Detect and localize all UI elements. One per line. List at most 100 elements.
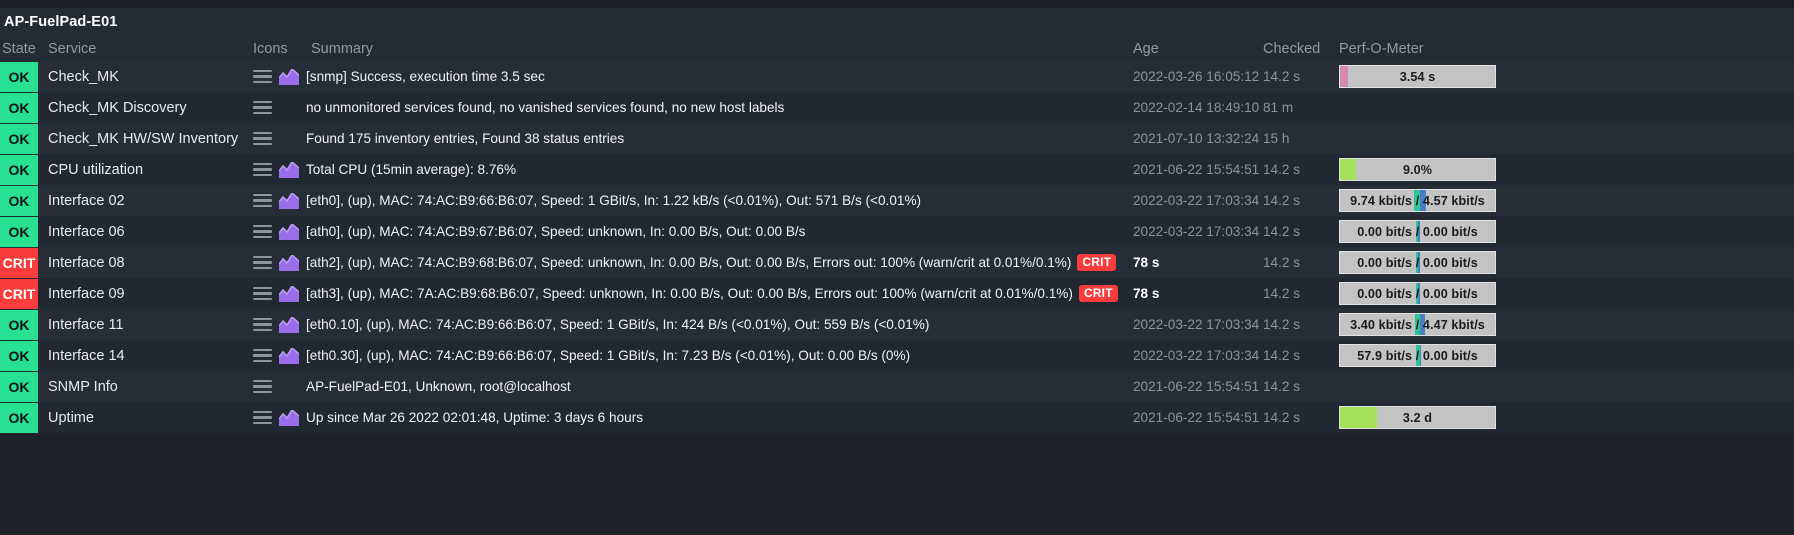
perfometer-cell: 9.74 kbit/s / 4.57 kbit/s	[1331, 185, 1794, 216]
table-row[interactable]: OK Check_MK [snmp] Success, execution time…	[0, 61, 1794, 92]
column-header-perfometer[interactable]: Perf-O-Meter	[1331, 36, 1794, 61]
state-cell: CRIT	[0, 247, 40, 278]
status-badge[interactable]: OK	[0, 92, 38, 123]
perfometer-bar[interactable]: 0.00 bit/s / 0.00 bit/s	[1339, 282, 1496, 305]
hamburger-menu-icon[interactable]	[253, 410, 272, 425]
summary-text: Total CPU (15min average): 8.76%	[306, 162, 517, 177]
perfometer-cell: 0.00 bit/s / 0.00 bit/s	[1331, 247, 1794, 278]
service-table: State Service Icons Summary Age Checked …	[0, 36, 1794, 433]
table-row[interactable]: OK Interface 14 [eth0.30], (up), MAC: 74:A…	[0, 340, 1794, 371]
service-name-link[interactable]: SNMP Info	[40, 371, 245, 402]
service-status-panel: AP-FuelPad-E01 State Service Icons Summa…	[0, 8, 1794, 433]
service-name-link[interactable]: Uptime	[40, 402, 245, 433]
table-row[interactable]: OK Check_MK Discovery no unmonitored servi…	[0, 92, 1794, 123]
hamburger-menu-icon[interactable]	[253, 100, 272, 115]
checked-cell: 81 m	[1259, 92, 1331, 123]
perfometer-bar[interactable]: 0.00 bit/s / 0.00 bit/s	[1339, 220, 1496, 243]
hamburger-menu-icon[interactable]	[253, 69, 272, 84]
hamburger-menu-icon[interactable]	[253, 162, 272, 177]
service-name-link[interactable]: Interface 14	[40, 340, 245, 371]
service-name-link[interactable]: Check_MK	[40, 61, 245, 92]
table-row[interactable]: OK CPU utilization Total CPU (15min averag…	[0, 154, 1794, 185]
service-name-link[interactable]: CPU utilization	[40, 154, 245, 185]
service-name-link[interactable]: Interface 06	[40, 216, 245, 247]
status-badge[interactable]: CRIT	[0, 247, 38, 278]
table-row[interactable]: OK Interface 11 [eth0.10], (up), MAC: 74:A…	[0, 309, 1794, 340]
service-name-link[interactable]: Check_MK Discovery	[40, 92, 245, 123]
column-header-checked[interactable]: Checked	[1259, 36, 1331, 61]
column-header-age[interactable]: Age	[1125, 36, 1259, 61]
hamburger-menu-icon[interactable]	[253, 379, 272, 394]
perfometer-cell: 0.00 bit/s / 0.00 bit/s	[1331, 278, 1794, 309]
hamburger-menu-icon[interactable]	[253, 348, 272, 363]
table-row[interactable]: OK Interface 06 [ath0], (up), MAC: 74:AC:B…	[0, 216, 1794, 247]
checked-cell: 14.2 s	[1259, 216, 1331, 247]
table-row[interactable]: CRIT Interface 09 [ath3], (up), MAC: 7A:AC…	[0, 278, 1794, 309]
summary-cell: Up since Mar 26 2022 02:01:48, Uptime: 3…	[303, 402, 1125, 433]
hamburger-menu-icon[interactable]	[253, 131, 272, 146]
perfometer-label: 3.54 s	[1399, 69, 1436, 84]
service-name-link[interactable]: Interface 02	[40, 185, 245, 216]
service-name-link[interactable]: Interface 11	[40, 309, 245, 340]
column-header-state[interactable]: State	[0, 36, 40, 61]
hamburger-menu-icon[interactable]	[253, 317, 272, 332]
hamburger-menu-icon[interactable]	[253, 255, 272, 270]
checked-cell: 15 h	[1259, 123, 1331, 154]
age-cell: 2022-03-22 17:03:34	[1125, 340, 1259, 371]
perfometer-empty	[1339, 96, 1496, 119]
state-cell: OK	[0, 154, 40, 185]
perfometer-bar[interactable]: 3.2 d	[1339, 406, 1496, 429]
column-header-icons[interactable]: Icons	[245, 36, 303, 61]
icons-cell	[245, 185, 303, 216]
hamburger-menu-icon[interactable]	[253, 286, 272, 301]
graph-icon[interactable]	[279, 285, 299, 302]
perfometer-bar[interactable]: 57.9 bit/s / 0.00 bit/s	[1339, 344, 1496, 367]
service-name-link[interactable]: Check_MK HW/SW Inventory	[40, 123, 245, 154]
graph-icon[interactable]	[279, 347, 299, 364]
table-row[interactable]: OK Check_MK HW/SW Inventory Found 175 inve…	[0, 123, 1794, 154]
perfometer-label: 0.00 bit/s / 0.00 bit/s	[1357, 224, 1478, 239]
age-cell: 2022-03-22 17:03:34	[1125, 309, 1259, 340]
graph-icon[interactable]	[279, 68, 299, 85]
status-badge[interactable]: OK	[0, 371, 38, 402]
age-cell: 2022-02-14 18:49:10	[1125, 92, 1259, 123]
status-badge[interactable]: OK	[0, 340, 38, 371]
perfometer-cell: 57.9 bit/s / 0.00 bit/s	[1331, 340, 1794, 371]
status-badge[interactable]: OK	[0, 154, 38, 185]
status-badge[interactable]: OK	[0, 185, 38, 216]
graph-icon[interactable]	[279, 161, 299, 178]
status-badge[interactable]: OK	[0, 402, 38, 433]
checked-cell: 14.2 s	[1259, 185, 1331, 216]
perfometer-bar[interactable]: 3.54 s	[1339, 65, 1496, 88]
hamburger-menu-icon[interactable]	[253, 224, 272, 239]
graph-icon[interactable]	[279, 223, 299, 240]
perfometer-label: 9.0%	[1402, 162, 1433, 177]
age-cell: 78 s	[1125, 278, 1259, 309]
perfometer-bar[interactable]: 0.00 bit/s / 0.00 bit/s	[1339, 251, 1496, 274]
status-badge[interactable]: OK	[0, 61, 38, 92]
graph-icon[interactable]	[279, 192, 299, 209]
graph-icon[interactable]	[279, 316, 299, 333]
table-row[interactable]: OK SNMP Info AP-FuelPad-E01, Unknown, root…	[0, 371, 1794, 402]
status-badge[interactable]: CRIT	[0, 278, 38, 309]
hamburger-menu-icon[interactable]	[253, 193, 272, 208]
summary-cell: AP-FuelPad-E01, Unknown, root@localhost	[303, 371, 1125, 402]
table-row[interactable]: OK Uptime Up since Mar 26 2022 02:01:48, U…	[0, 402, 1794, 433]
perfometer-empty	[1339, 127, 1496, 150]
column-header-summary[interactable]: Summary	[303, 36, 1125, 61]
table-row[interactable]: CRIT Interface 08 [ath2], (up), MAC: 74:AC…	[0, 247, 1794, 278]
column-header-service[interactable]: Service	[40, 36, 245, 61]
summary-cell: [eth0.30], (up), MAC: 74:AC:B9:66:B6:07,…	[303, 340, 1125, 371]
status-badge[interactable]: OK	[0, 123, 38, 154]
graph-icon[interactable]	[279, 254, 299, 271]
table-row[interactable]: OK Interface 02 [eth0], (up), MAC: 74:AC:B…	[0, 185, 1794, 216]
checked-cell: 14.2 s	[1259, 278, 1331, 309]
service-name-link[interactable]: Interface 09	[40, 278, 245, 309]
perfometer-bar[interactable]: 3.40 kbit/s / 4.47 kbit/s	[1339, 313, 1496, 336]
status-badge[interactable]: OK	[0, 309, 38, 340]
perfometer-bar[interactable]: 9.74 kbit/s / 4.57 kbit/s	[1339, 189, 1496, 212]
service-name-link[interactable]: Interface 08	[40, 247, 245, 278]
perfometer-bar[interactable]: 9.0%	[1339, 158, 1496, 181]
graph-icon[interactable]	[279, 409, 299, 426]
status-badge[interactable]: OK	[0, 216, 38, 247]
